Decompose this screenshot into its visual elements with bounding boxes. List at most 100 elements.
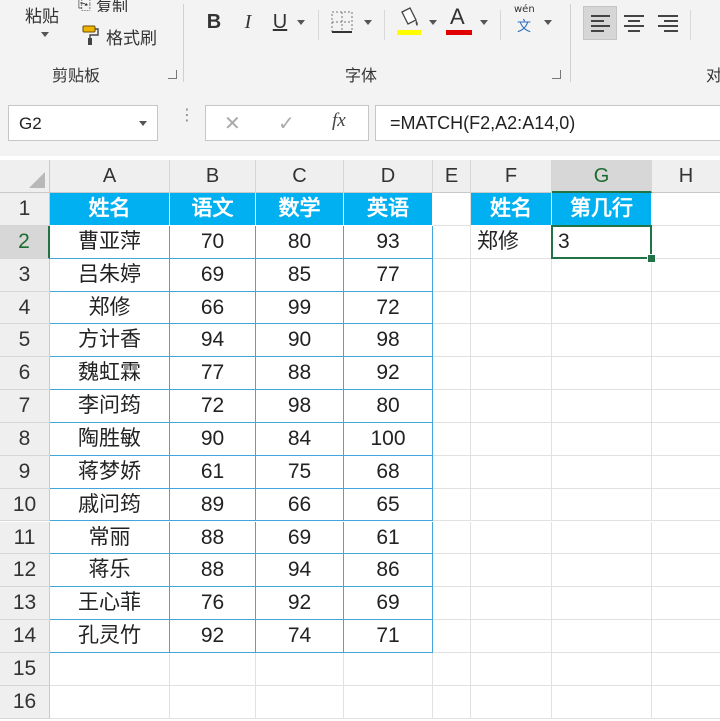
row-header-4[interactable]: 4	[0, 291, 50, 325]
fill-color-dropdown-icon[interactable]	[429, 20, 437, 25]
cell-h13[interactable]	[652, 587, 720, 621]
borders-dropdown-icon[interactable]	[364, 20, 372, 25]
cell-e1[interactable]	[433, 193, 471, 226]
copy-button[interactable]: ⎘ 复制	[78, 0, 158, 12]
table-header-cell[interactable]: 数学	[256, 193, 344, 226]
cell-e6[interactable]	[433, 357, 471, 391]
table-cell[interactable]: 陶胜敏	[50, 422, 170, 456]
cell-h9[interactable]	[652, 456, 720, 489]
cell-c16[interactable]	[256, 685, 344, 719]
table-cell[interactable]: 王心菲	[50, 587, 170, 621]
lookup-header-cell[interactable]: 姓名	[471, 193, 552, 226]
table-cell[interactable]: 77	[170, 357, 256, 391]
cell-g8[interactable]	[552, 422, 652, 456]
table-cell[interactable]: 75	[256, 455, 344, 489]
cell-f7[interactable]	[471, 390, 552, 423]
underline-button[interactable]: U	[266, 8, 294, 36]
cell-f12[interactable]	[471, 554, 552, 588]
table-cell[interactable]: 90	[170, 422, 256, 456]
table-cell[interactable]: 66	[256, 488, 344, 522]
cell-e10[interactable]	[433, 488, 471, 522]
column-header-c[interactable]: C	[256, 160, 344, 193]
table-cell[interactable]: 戚问筠	[50, 488, 170, 522]
row-header-14[interactable]: 14	[0, 620, 50, 653]
drag-handle-icon[interactable]: ⋮	[179, 107, 195, 123]
cell-g16[interactable]	[552, 685, 652, 719]
row-header-3[interactable]: 3	[0, 258, 50, 292]
cell-h11[interactable]	[652, 522, 720, 555]
cell-e14[interactable]	[433, 620, 471, 653]
align-left-button[interactable]	[583, 6, 617, 40]
cell-f5[interactable]	[471, 324, 552, 358]
cell-g10[interactable]	[552, 488, 652, 522]
column-header-a[interactable]: A	[50, 160, 170, 193]
font-color-button[interactable]: A	[446, 4, 472, 36]
table-cell[interactable]: 69	[170, 258, 256, 292]
cell-b16[interactable]	[170, 685, 256, 719]
table-cell[interactable]: 94	[170, 324, 256, 358]
cell-f11[interactable]	[471, 521, 552, 555]
cell-g11[interactable]	[552, 521, 652, 555]
fill-handle[interactable]	[647, 253, 656, 263]
phonetic-guide-button[interactable]: wén 文	[510, 4, 540, 38]
clipboard-dialog-launcher-icon[interactable]	[168, 70, 177, 79]
cell-f3[interactable]	[471, 258, 552, 292]
cell-h1[interactable]	[652, 193, 720, 226]
cell-f4[interactable]	[471, 291, 552, 325]
cell-g4[interactable]	[552, 291, 652, 325]
table-cell[interactable]: 方计香	[50, 324, 170, 358]
cell-e2[interactable]	[433, 225, 471, 259]
table-cell[interactable]: 88	[170, 554, 256, 588]
cell-f9[interactable]	[471, 455, 552, 489]
format-painter-button[interactable]: 格式刷	[78, 22, 178, 49]
cell-e8[interactable]	[433, 422, 471, 456]
bold-button[interactable]: B	[200, 8, 228, 36]
table-cell[interactable]: 常丽	[50, 521, 170, 555]
cell-f15[interactable]	[471, 652, 552, 686]
italic-button[interactable]: I	[234, 8, 262, 36]
table-cell[interactable]: 蒋乐	[50, 554, 170, 588]
row-header-1[interactable]: 1	[0, 193, 50, 226]
table-cell[interactable]: 80	[344, 390, 433, 423]
enter-icon[interactable]: ✓	[278, 111, 295, 135]
column-header-g[interactable]: G	[552, 160, 652, 193]
table-cell[interactable]: 孔灵竹	[50, 620, 170, 653]
table-cell[interactable]: 魏虹霖	[50, 357, 170, 391]
table-cell[interactable]: 92	[344, 357, 433, 391]
cell-h10[interactable]	[652, 489, 720, 522]
cell-h3[interactable]	[652, 259, 720, 292]
row-header-6[interactable]: 6	[0, 357, 50, 391]
cell-e15[interactable]	[433, 652, 471, 686]
cell-f10[interactable]	[471, 488, 552, 522]
row-header-2[interactable]: 2	[0, 225, 50, 259]
cell-d16[interactable]	[344, 685, 433, 719]
cell-f8[interactable]	[471, 422, 552, 456]
fill-color-icon[interactable]	[396, 6, 422, 36]
table-cell[interactable]: 曹亚萍	[50, 225, 170, 259]
phonetic-dropdown-icon[interactable]	[544, 20, 552, 25]
cell-g13[interactable]	[552, 587, 652, 621]
cell-h4[interactable]	[652, 292, 720, 325]
cell-h15[interactable]	[652, 653, 720, 686]
table-cell[interactable]: 李问筠	[50, 390, 170, 423]
table-cell[interactable]: 99	[256, 291, 344, 325]
cell-e3[interactable]	[433, 258, 471, 292]
table-header-cell[interactable]: 英语	[344, 193, 433, 226]
table-cell[interactable]: 89	[170, 488, 256, 522]
cell-g5[interactable]	[552, 324, 652, 358]
table-cell[interactable]: 76	[170, 587, 256, 621]
table-cell[interactable]: 98	[256, 390, 344, 423]
table-cell[interactable]: 68	[344, 455, 433, 489]
cell-e4[interactable]	[433, 291, 471, 325]
table-cell[interactable]: 90	[256, 324, 344, 358]
lookup-name-cell[interactable]: 郑修	[471, 225, 552, 259]
row-header-16[interactable]: 16	[0, 685, 50, 719]
cell-h8[interactable]	[652, 423, 720, 456]
select-all-corner[interactable]	[0, 160, 50, 193]
table-cell[interactable]: 69	[256, 521, 344, 555]
cell-g9[interactable]	[552, 455, 652, 489]
paste-dropdown-icon[interactable]	[41, 32, 49, 37]
column-header-h[interactable]: H	[652, 160, 720, 193]
table-header-cell[interactable]: 语文	[170, 193, 256, 226]
formula-input[interactable]: =MATCH(F2,A2:A14,0)	[375, 105, 720, 141]
